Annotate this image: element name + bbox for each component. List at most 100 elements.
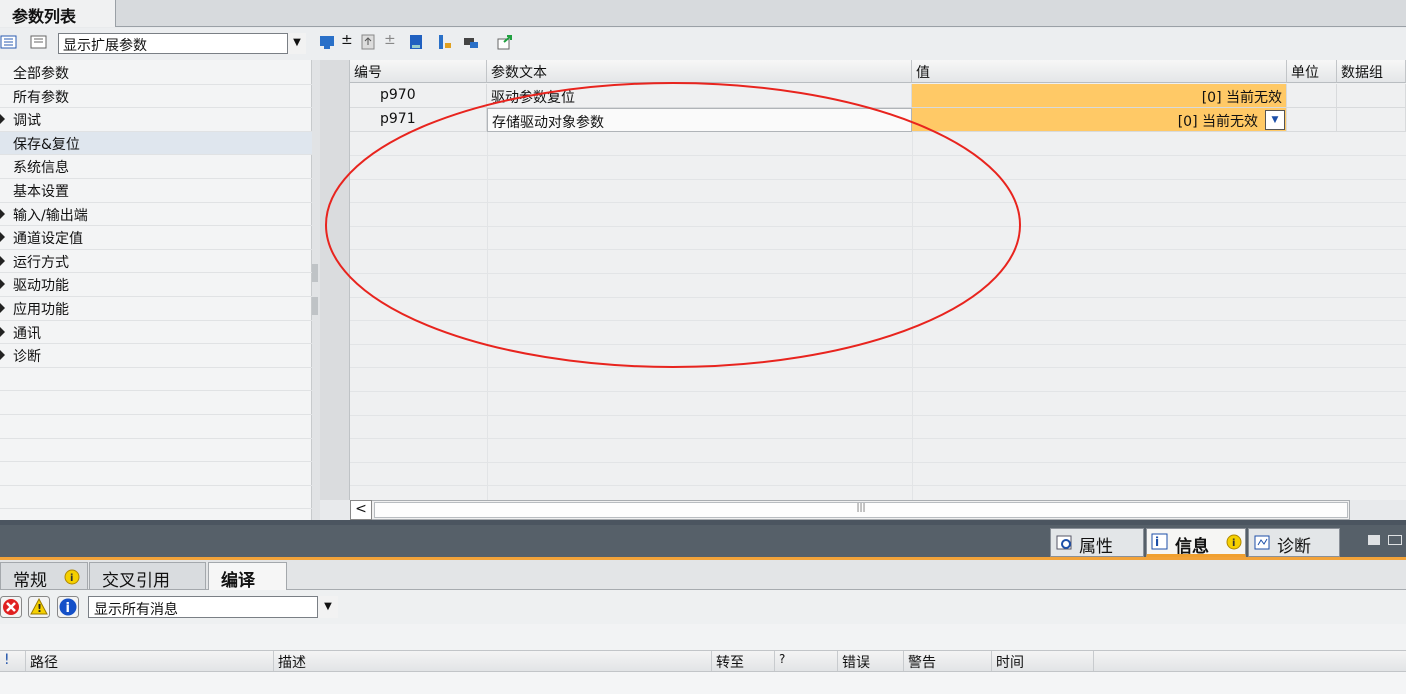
chevron-down-icon[interactable]: ▼ <box>287 33 306 54</box>
cell-dataset <box>1337 84 1406 108</box>
nav-item[interactable]: 运行方式 <box>0 250 312 274</box>
subtab-general-label: 常规 <box>13 571 47 591</box>
cell-unit <box>1287 84 1337 108</box>
nav-item[interactable]: 基本设置 <box>0 179 312 203</box>
nav-item[interactable]: 诊断 <box>0 344 312 368</box>
restore-icon[interactable] <box>1368 535 1380 545</box>
chevron-down-icon[interactable]: ▼ <box>1265 110 1285 130</box>
save-ram-icon[interactable] <box>407 33 425 51</box>
info-badge-icon: i <box>64 569 80 585</box>
nav-item[interactable]: 驱动功能 <box>0 273 312 297</box>
nav-item[interactable]: 所有参数 <box>0 85 312 109</box>
message-spacer <box>0 624 1406 650</box>
nav-item-label: 保存&复位 <box>13 136 80 153</box>
plusminus2-icon: ± <box>384 32 396 48</box>
column-header-time[interactable]: 时间 <box>992 651 1094 671</box>
expand-arrow-icon[interactable] <box>0 303 5 313</box>
maximize-icon[interactable] <box>1388 535 1402 545</box>
scroll-left-icon[interactable]: < <box>350 500 372 520</box>
splitter-handle-right[interactable] <box>312 297 318 315</box>
grid-row-line <box>350 391 1406 392</box>
chevron-down-icon[interactable]: ▼ <box>317 596 338 618</box>
nav-item[interactable]: 全部参数 <box>0 61 312 85</box>
expand-arrow-icon[interactable] <box>0 326 5 337</box>
column-header-dataset[interactable]: 数据组 <box>1337 60 1406 83</box>
tab-diagnostics-label: 诊断 <box>1277 537 1311 557</box>
tab-parameter-list[interactable]: 参数列表 <box>0 0 116 27</box>
nav-item-label: 系统信息 <box>13 160 69 177</box>
column-header-errors[interactable]: 错误 <box>838 651 904 671</box>
column-header-unit[interactable]: 单位 <box>1287 60 1337 83</box>
nav-item-label: 所有参数 <box>13 89 69 106</box>
nav-empty-row <box>0 368 312 392</box>
column-header-goto[interactable]: 转至 <box>712 651 775 671</box>
display-icon[interactable] <box>462 33 480 51</box>
monitor-icon[interactable] <box>436 33 454 51</box>
svg-text:i: i <box>66 601 70 616</box>
nav-empty-row <box>0 486 312 510</box>
annotation-ellipse <box>325 82 1021 368</box>
splitter-handle-left[interactable] <box>312 264 318 282</box>
nav-item-label: 驱动功能 <box>13 278 69 295</box>
subtab-cross-reference[interactable]: 交叉引用 <box>89 562 206 591</box>
nav-item-label: 通道设定值 <box>13 231 83 248</box>
nav-item-label: 调试 <box>13 113 41 130</box>
plusminus-icon: ± <box>341 32 353 48</box>
nav-item-label: 基本设置 <box>13 184 69 200</box>
nav-item-label: 应用功能 <box>13 302 69 318</box>
nav-empty-row <box>0 391 312 415</box>
export-icon[interactable] <box>496 33 514 51</box>
compare-values-icon[interactable]: ± <box>318 33 336 51</box>
svg-text:i: i <box>1155 535 1159 549</box>
expand-arrow-icon[interactable] <box>0 350 5 361</box>
nav-item[interactable]: 通讯 <box>0 321 312 345</box>
nav-empty-row <box>0 462 312 486</box>
upload-values-icon[interactable] <box>360 33 378 51</box>
info-tab-icon: i <box>1151 533 1168 550</box>
nav-item-label: 通讯 <box>13 325 41 342</box>
nav-item-label: 诊断 <box>13 349 41 366</box>
tab-info-label: 信息 <box>1175 537 1209 557</box>
expand-arrow-icon[interactable] <box>0 255 5 266</box>
warning-filter-icon[interactable]: ! <box>28 596 50 618</box>
scroll-thumb[interactable]: ||| <box>374 502 1348 518</box>
info-filter-icon[interactable]: i <box>57 596 79 618</box>
error-filter-icon[interactable] <box>0 596 22 618</box>
column-header-description[interactable]: 描述 <box>274 651 712 671</box>
grid-row-line <box>350 438 1406 440</box>
expand-arrow-icon[interactable] <box>0 208 5 219</box>
expand-arrow-icon[interactable] <box>0 114 5 125</box>
nav-item[interactable]: 应用功能 <box>0 297 312 321</box>
properties-icon <box>1056 535 1072 550</box>
nav-item-label: 输入/输出端 <box>13 207 88 224</box>
nav-item-label: 全部参数 <box>13 66 69 82</box>
expand-tree-icon[interactable] <box>0 33 18 51</box>
collapse-tree-icon[interactable] <box>30 33 48 51</box>
grid-row-line <box>350 461 1406 463</box>
column-header-status[interactable]: ! <box>0 651 26 671</box>
svg-text:i: i <box>1232 538 1235 549</box>
cell-dataset <box>1337 108 1406 132</box>
subtab-compile[interactable]: 编译 <box>208 562 287 591</box>
parameter-view-select[interactable]: 显示扩展参数 <box>58 33 306 54</box>
column-header-q[interactable]: ? <box>775 651 838 671</box>
nav-item[interactable]: 输入/输出端 <box>0 203 312 227</box>
nav-item[interactable]: 通道设定值 <box>0 226 312 250</box>
nav-empty-row <box>0 415 312 439</box>
nav-empty-row <box>0 439 312 463</box>
message-filter-select[interactable]: 显示所有消息 <box>88 596 338 618</box>
tab-properties-label: 属性 <box>1079 537 1113 557</box>
grid-row-line <box>350 485 1406 487</box>
info-badge-icon: i <box>1226 534 1242 550</box>
cell-unit <box>1287 108 1337 132</box>
nav-item-label: 运行方式 <box>13 254 69 271</box>
nav-item[interactable]: 系统信息 <box>0 155 312 179</box>
expand-arrow-icon[interactable] <box>0 232 5 243</box>
splitter[interactable] <box>312 60 320 520</box>
column-header-warnings[interactable]: 警告 <box>904 651 992 671</box>
editor-tab-bar <box>0 0 1406 27</box>
expand-arrow-icon[interactable] <box>0 279 5 290</box>
column-header-path[interactable]: 路径 <box>26 651 274 671</box>
nav-item[interactable]: 保存&复位 <box>0 131 312 156</box>
nav-item[interactable]: 调试 <box>0 108 312 132</box>
